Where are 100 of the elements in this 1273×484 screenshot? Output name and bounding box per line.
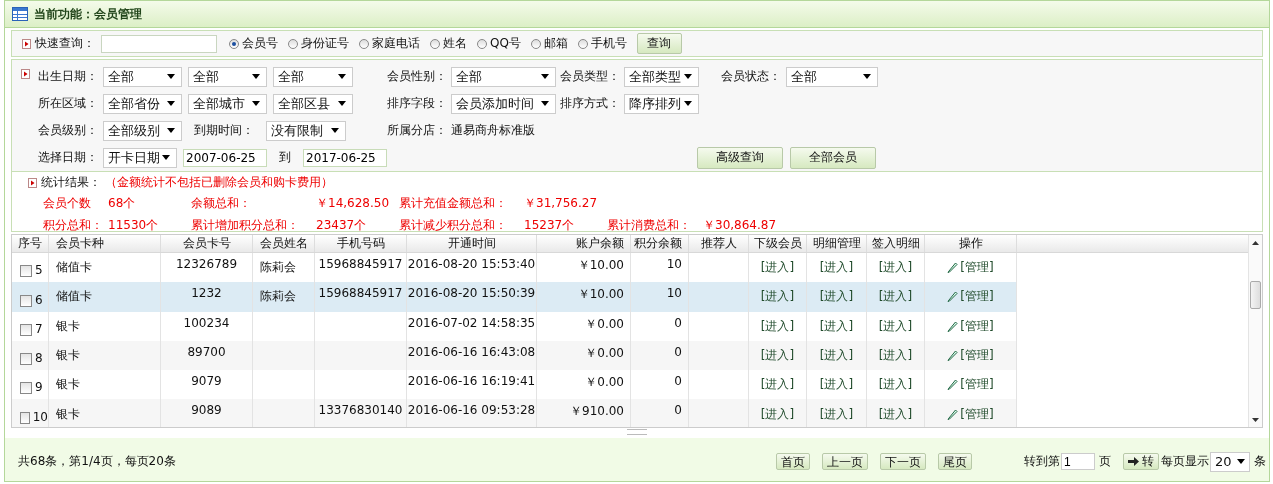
stat-value: ￥31,756.27 — [524, 195, 599, 212]
field-label: 到 — [279, 149, 291, 166]
resize-grip[interactable] — [627, 429, 647, 435]
enter-link[interactable]: [进入] — [819, 376, 854, 394]
checkbox[interactable] — [20, 353, 32, 366]
table-row[interactable]: 5 储值卡 12326789 陈莉会 15968845917 2016-08-20 15:53:40 ￥10.00 10 [进入] [进入] [进入] [管理] — [12, 253, 1248, 283]
query-button[interactable]: 全部会员 — [790, 146, 876, 169]
table-cell: 10 — [666, 286, 682, 301]
dropdown[interactable]: 全部 — [786, 66, 878, 87]
stat-label: 余额总和： — [191, 195, 252, 212]
checkbox[interactable] — [20, 323, 32, 336]
pencil-icon — [947, 262, 959, 274]
dropdown[interactable]: 全部类型 — [624, 66, 699, 87]
enter-link[interactable]: [进入] — [760, 259, 795, 277]
dropdown[interactable]: 全部省份 — [103, 93, 182, 114]
row-number: 8 — [35, 351, 43, 366]
pencil-icon — [947, 379, 959, 391]
table-row[interactable]: 7 银卡 100234 2016-07-02 14:58:35 ￥0.00 0 [进入] [进入] [进入] [管理] — [12, 311, 1248, 341]
dropdown[interactable]: 会员添加时间 — [451, 93, 556, 114]
radio-option[interactable]: 家庭电话 — [359, 35, 420, 52]
field-value: 通易商舟标准版 — [451, 122, 535, 139]
radio-option[interactable]: 姓名 — [430, 35, 467, 52]
enter-link[interactable]: [进入] — [878, 376, 913, 394]
search-button[interactable]: 查询 — [636, 33, 682, 54]
table-cell: 0 — [674, 374, 682, 389]
page-button[interactable]: 尾页 — [938, 453, 972, 470]
enter-link[interactable]: [进入] — [878, 317, 913, 335]
stat-value: 23437个 — [316, 217, 368, 234]
table-cell: 0 — [674, 403, 682, 418]
date-field[interactable]: 2017-06-25 — [303, 148, 387, 167]
caret-icon — [252, 101, 260, 106]
table-cell: 15968845917 — [318, 257, 403, 271]
table-row[interactable]: 10 银卡 9089 13376830140 2016-06-16 09:53:28 ￥910.00 0 [进入] [进入] [进入] [管理] — [12, 399, 1248, 427]
radio-option[interactable]: 会员号 — [229, 35, 278, 52]
query-button[interactable]: 高级查询 — [697, 146, 783, 169]
dropdown[interactable]: 全部区县 — [273, 93, 353, 114]
caret-icon — [338, 74, 346, 79]
column-header: 手机号码 — [315, 235, 407, 252]
caret-icon — [684, 74, 692, 79]
dropdown[interactable]: 全部 — [451, 66, 556, 87]
radio-option[interactable]: 手机号 — [577, 35, 627, 52]
table-row[interactable]: 8 银卡 89700 2016-06-16 16:43:08 ￥0.00 0 [进入] [进入] [进入] [管理] — [12, 340, 1248, 371]
radio-option[interactable]: 身份证号 — [288, 35, 349, 52]
go-button[interactable]: 转 — [1123, 453, 1159, 470]
table-cell: 银卡 — [56, 317, 80, 335]
table-cell: ￥0.00 — [585, 315, 624, 333]
column-header: 签入明细 — [867, 235, 925, 252]
dropdown[interactable]: 开卡日期 — [103, 147, 177, 168]
page-button[interactable]: 首页 — [776, 453, 810, 470]
pencil-icon — [947, 408, 959, 420]
scroll-thumb[interactable] — [1250, 281, 1261, 309]
field-label: 所属分店： — [387, 122, 448, 139]
dropdown[interactable]: 全部城市 — [188, 93, 267, 114]
stat-value: 15237个 — [524, 217, 576, 234]
page-number-field[interactable]: 1 — [1061, 453, 1095, 470]
field-label: 会员状态： — [721, 68, 782, 85]
stat-label: 累计充值金额总和： — [399, 195, 508, 212]
checkbox[interactable] — [20, 265, 32, 278]
page-button[interactable]: 上一页 — [822, 453, 868, 470]
manage-link[interactable]: [管理] — [960, 317, 994, 335]
checkbox[interactable] — [20, 294, 32, 307]
dropdown[interactable]: 全部 — [273, 66, 353, 87]
row-number: 7 — [35, 321, 43, 336]
table-cell: 储值卡 — [56, 288, 92, 306]
dropdown[interactable]: 全部 — [103, 66, 182, 87]
radio-option[interactable]: 邮箱 — [530, 35, 568, 52]
field-label: 会员性别： — [387, 68, 448, 85]
enter-link[interactable]: [进入] — [878, 259, 913, 277]
row-number: 9 — [35, 380, 43, 395]
table-cell: 12326789 — [175, 257, 238, 271]
dropdown[interactable]: 降序排列 — [624, 93, 699, 114]
caret-icon — [541, 74, 549, 79]
manage-link[interactable]: [管理] — [960, 259, 994, 277]
dropdown[interactable]: 全部级别 — [103, 120, 182, 141]
table-row[interactable]: 9 银卡 9079 2016-06-16 16:19:41 ￥0.00 0 [进入] [进入] [进入] [管理] — [12, 370, 1248, 400]
page-button[interactable]: 下一页 — [880, 453, 926, 470]
enter-link[interactable]: [进入] — [819, 317, 854, 335]
field-label: 会员类型： — [560, 68, 621, 85]
date-field[interactable]: 2007-06-25 — [183, 148, 267, 167]
table-cell: 2016-06-16 16:19:41 — [407, 374, 536, 389]
enter-link[interactable]: [进入] — [760, 317, 795, 335]
table-row[interactable]: 6 储值卡 1232 陈莉会 15968845917 2016-08-20 15:50:39 ￥10.00 10 [进入] [进入] [进入] [管理] — [12, 282, 1248, 312]
enter-link[interactable]: [进入] — [819, 259, 854, 277]
enter-link[interactable]: [进入] — [760, 376, 795, 394]
scrollbar[interactable] — [1248, 235, 1262, 427]
dropdown[interactable]: 没有限制 — [266, 120, 346, 141]
radio-option[interactable]: QQ号 — [477, 35, 521, 52]
search-field[interactable] — [101, 34, 217, 53]
stat-label: 累计消费总和： — [607, 217, 692, 234]
scroll-down-icon — [1252, 418, 1259, 422]
per-page-dropdown[interactable]: 20 — [1210, 451, 1250, 472]
page-title: 当前功能：会员管理 — [34, 5, 142, 23]
checkbox[interactable] — [20, 382, 32, 395]
table-cell: 银卡 — [56, 376, 80, 394]
manage-link[interactable]: [管理] — [960, 376, 994, 394]
column-header: 开通时间 — [407, 235, 537, 252]
checkbox[interactable] — [20, 411, 30, 424]
row-number: 6 — [35, 292, 43, 307]
column-header: 序号 — [12, 235, 49, 252]
dropdown[interactable]: 全部 — [188, 66, 267, 87]
